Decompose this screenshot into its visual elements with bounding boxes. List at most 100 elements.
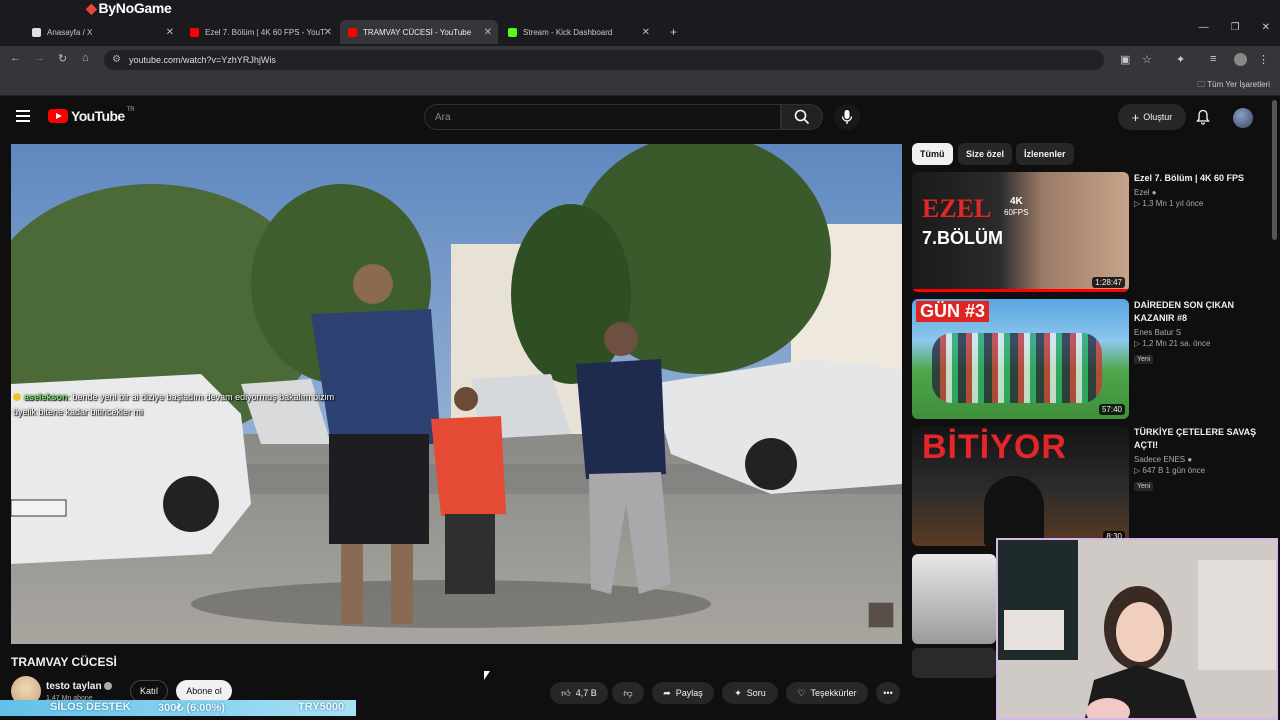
- thumb-fps-text: 60FPS: [1004, 208, 1029, 217]
- hamburger-menu-icon[interactable]: [16, 110, 30, 122]
- maximize-icon[interactable]: ❐: [1231, 22, 1240, 33]
- create-label: Oluştur: [1143, 112, 1173, 122]
- recommendation-thumbnail[interactable]: [912, 648, 996, 678]
- tab-label: Anasayfa / X: [47, 27, 93, 37]
- subscribe-button[interactable]: Abone ol: [176, 680, 232, 702]
- donation-goal: TRY5000: [298, 701, 345, 713]
- video-player[interactable]: aselekson: bende yeni bir ai diziye başl…: [11, 144, 902, 644]
- new-badge: Yeni: [1134, 355, 1154, 364]
- create-button[interactable]: + Oluştur: [1118, 104, 1186, 130]
- all-bookmarks-label: Tüm Yer İşaretleri: [1207, 80, 1270, 89]
- kick-favicon-icon: [508, 27, 517, 37]
- share-button[interactable]: ➦ Paylaş: [652, 682, 714, 704]
- back-icon[interactable]: ←: [10, 52, 21, 64]
- window-controls: — ❐ ✕: [1199, 22, 1270, 33]
- media-control-icon[interactable]: ≡: [1210, 53, 1216, 65]
- new-badge: Yeni: [1134, 482, 1154, 491]
- notifications-button[interactable]: [1196, 109, 1210, 130]
- more-actions-button[interactable]: •••: [876, 682, 900, 704]
- minimize-icon[interactable]: —: [1199, 22, 1209, 33]
- recommendation-item[interactable]: BİTİYOR 8:30 TÜRKİYE ÇETELERE SAVAŞ AÇTI…: [912, 426, 1268, 548]
- youtube-logo[interactable]: YouTube TR: [48, 107, 135, 124]
- search-icon: [794, 109, 810, 125]
- tab-label: TRAMVAY CÜCESİ - YouTube: [363, 27, 472, 37]
- reload-icon[interactable]: ↻: [58, 52, 67, 65]
- dislike-button[interactable]: 👎︎: [612, 682, 644, 704]
- recommendation-channel[interactable]: Ezel: [1134, 188, 1150, 197]
- recommendation-channel[interactable]: Enes Batur S: [1134, 328, 1181, 337]
- chip-all[interactable]: Tümü: [912, 143, 953, 165]
- bookmarks-bar: 🗀 Tüm Yer İşaretleri: [0, 74, 1280, 96]
- tab-label: Ezel 7. Bölüm | 4K 60 FPS - YouT: [205, 27, 325, 37]
- all-bookmarks-button[interactable]: 🗀 Tüm Yer İşaretleri: [1197, 79, 1270, 93]
- close-tab-icon[interactable]: ✕: [166, 27, 174, 38]
- browser-tab-kick[interactable]: Stream - Kick Dashboard ✕: [500, 20, 656, 44]
- new-tab-button[interactable]: +: [662, 20, 682, 44]
- more-menu-icon[interactable]: ⋮: [1258, 53, 1269, 66]
- donation-goal-bar: SİLOS DESTEK 300₺ (6.00%) TRY5000: [0, 700, 356, 716]
- close-tab-icon[interactable]: ✕: [642, 27, 650, 38]
- recommendation-thumbnail[interactable]: EZEL 4K 60FPS 7.BÖLÜM 1:28:47: [912, 172, 1129, 292]
- profile-icon[interactable]: [1234, 53, 1247, 66]
- recommendation-thumbnail[interactable]: GÜN #3 57:40: [912, 299, 1129, 419]
- stream-chat-message: aselekson: bende yeni bir ai diziye başl…: [13, 390, 334, 420]
- close-window-icon[interactable]: ✕: [1262, 22, 1270, 33]
- plus-icon: +: [1131, 109, 1140, 125]
- browser-tab-tramvay[interactable]: TRAMVAY CÜCESİ - YouTube ✕: [340, 20, 498, 44]
- more-horizontal-icon: •••: [883, 688, 893, 698]
- account-avatar[interactable]: [1233, 108, 1253, 128]
- like-button[interactable]: 👍︎ 4,7 B: [550, 682, 608, 704]
- join-button[interactable]: Katıl: [130, 680, 168, 702]
- page-scrollbar[interactable]: [1272, 100, 1277, 240]
- recommendation-thumbnail[interactable]: BİTİYOR 8:30: [912, 426, 1129, 546]
- home-icon[interactable]: ⌂: [82, 52, 89, 64]
- recommendation-title[interactable]: DAİREDEN SON ÇIKAN KAZANIR #8: [1134, 299, 1264, 325]
- ask-button[interactable]: ✦ Soru: [722, 682, 778, 704]
- recommendation-thumbnail[interactable]: [912, 554, 996, 644]
- chat-text-line1: : bende yeni bir ai diziye başladım deva…: [67, 392, 335, 402]
- recommendation-title[interactable]: Ezel 7. Bölüm | 4K 60 FPS: [1134, 172, 1264, 185]
- chip-for-you[interactable]: Size özel: [958, 143, 1013, 165]
- ask-label: Soru: [746, 688, 766, 698]
- chip-watched[interactable]: İzlenenler: [1016, 143, 1074, 165]
- search-input[interactable]: [425, 105, 780, 129]
- voice-search-button[interactable]: [834, 104, 860, 130]
- site-info-icon[interactable]: ⚙: [112, 54, 121, 65]
- extensions-icon[interactable]: ✦: [1176, 53, 1185, 66]
- thanks-label: Teşekkürler: [810, 688, 857, 698]
- youtube-header: YouTube TR +Oluştur: [0, 96, 1280, 140]
- search-button[interactable]: [781, 104, 823, 130]
- close-tab-icon[interactable]: ✕: [484, 27, 492, 38]
- video-title: TRAMVAY CÜCESİ: [11, 655, 117, 669]
- like-count: 4,7 B: [575, 688, 597, 698]
- forward-icon[interactable]: →: [34, 52, 45, 64]
- stream-logo-text: ByNoGame: [98, 0, 172, 16]
- recommendation-channel[interactable]: Sadece ENES: [1134, 455, 1185, 464]
- share-icon: ➦: [663, 687, 671, 698]
- channel-watermark[interactable]: [868, 602, 894, 628]
- thanks-button[interactable]: ♡ Teşekkürler: [786, 682, 868, 704]
- bookmark-star-icon[interactable]: ☆: [1142, 53, 1152, 66]
- microphone-icon: [841, 110, 853, 124]
- url-text[interactable]: youtube.com/watch?v=YzhYRJhjWis: [129, 55, 276, 65]
- thumb-title-text: BİTİYOR: [922, 428, 1067, 466]
- install-app-icon[interactable]: ▣: [1120, 53, 1130, 66]
- browser-tab-ezel[interactable]: Ezel 7. Bölüm | 4K 60 FPS - YouT ✕: [182, 20, 338, 44]
- stream-overlay-logo: ◆ ByNoGame: [86, 0, 172, 20]
- recommendation-item[interactable]: GÜN #3 57:40 DAİREDEN SON ÇIKAN KAZANIR …: [912, 299, 1268, 421]
- video-duration: 1:28:47: [1092, 277, 1125, 288]
- recommendation-title[interactable]: TÜRKİYE ÇETELERE SAVAŞ AÇTI!: [1134, 426, 1264, 452]
- masked-figure-graphic: [984, 476, 1044, 546]
- channel-name[interactable]: testo taylan: [46, 681, 102, 692]
- browser-tab-x[interactable]: Anasayfa / X ✕: [24, 20, 180, 44]
- omnibox[interactable]: ⚙ youtube.com/watch?v=YzhYRJhjWis: [104, 50, 1104, 70]
- webcam-frame-illustration: [998, 540, 1276, 718]
- verified-badge-icon: ●: [1151, 188, 1157, 197]
- close-tab-icon[interactable]: ✕: [324, 27, 332, 38]
- verified-badge-icon: [104, 682, 112, 690]
- recommendation-item[interactable]: EZEL 4K 60FPS 7.BÖLÜM 1:28:47 Ezel 7. Bö…: [912, 172, 1268, 294]
- tab-label: Stream - Kick Dashboard: [523, 27, 613, 37]
- chat-text-line2: üyelik bitene kadar bitiricekler mi: [13, 407, 144, 417]
- video-duration: 57:40: [1098, 404, 1125, 415]
- search-box[interactable]: [424, 104, 781, 130]
